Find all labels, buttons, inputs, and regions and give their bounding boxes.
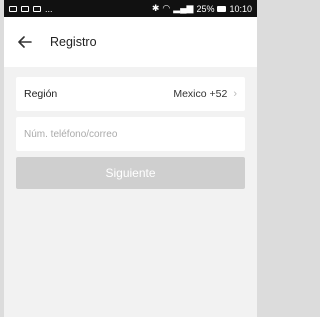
phone-email-input[interactable] [24, 119, 237, 149]
status-dots: ... [45, 3, 53, 14]
back-button[interactable] [14, 31, 36, 53]
notification-icon [21, 5, 29, 12]
wifi-icon: ◠ [162, 3, 171, 13]
next-button[interactable]: Siguiente [16, 157, 245, 189]
region-selector[interactable]: Región Mexico +52 › [16, 77, 245, 111]
phone-screen: ... ✱ ◠ ▂▄▆ 25% 10:10 Registro Región Me… [4, 0, 257, 317]
status-bar: ... ✱ ◠ ▂▄▆ 25% 10:10 [4, 0, 257, 17]
notification-icon [9, 5, 17, 12]
signal-icon: ▂▄▆ [173, 3, 194, 13]
arrow-left-icon [18, 36, 32, 48]
page-title: Registro [50, 35, 97, 49]
region-value: Mexico +52 [173, 88, 228, 100]
battery-percent: 25% [196, 3, 215, 14]
phone-email-row [16, 117, 245, 151]
battery-icon [217, 5, 227, 12]
notification-icons: ... [9, 4, 53, 14]
app-bar: Registro [4, 17, 257, 67]
registration-form: Región Mexico +52 › Siguiente [4, 67, 257, 189]
clock: 10:10 [229, 3, 252, 14]
chevron-right-icon: › [233, 88, 237, 100]
notification-icon [33, 5, 41, 12]
system-indicators: ✱ ◠ ▂▄▆ 25% 10:10 [152, 3, 252, 14]
bluetooth-icon: ✱ [151, 3, 160, 13]
region-label: Región [24, 88, 58, 100]
